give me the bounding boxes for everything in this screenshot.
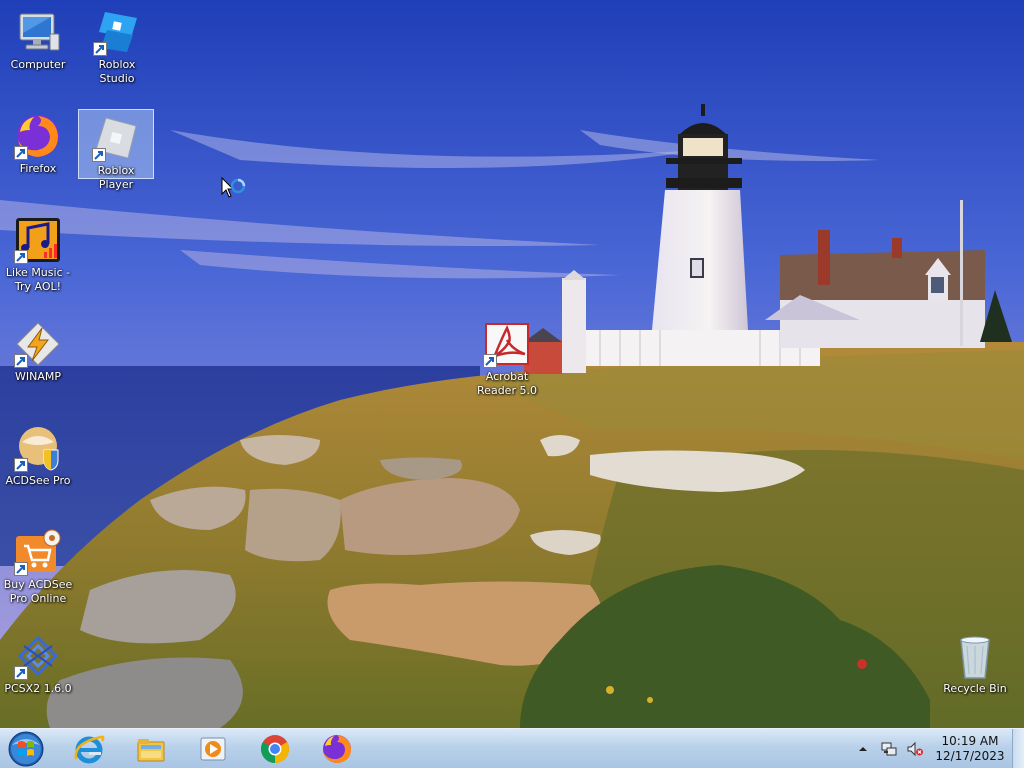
desktop-icon-label: PCSX2 1.6.0 — [4, 682, 72, 695]
shortcut-arrow-icon — [14, 666, 28, 680]
taskbar-media-player[interactable] — [186, 731, 240, 767]
desktop-icon-acrobat-reader[interactable]: Acrobat Reader 5.0 — [469, 316, 545, 398]
desktop-icon-label: Buy ACDSee Pro Online — [3, 578, 73, 605]
taskbar-chrome[interactable] — [248, 731, 302, 767]
busy-cursor-icon — [221, 177, 246, 198]
recycle-bin-icon — [960, 636, 990, 679]
taskbar-internet-explorer[interactable] — [62, 731, 116, 767]
desktop-icon-roblox-player[interactable]: Roblox Player — [78, 109, 154, 191]
system-tray: 10:19 AM 12/17/2023 — [850, 729, 1006, 768]
file-explorer-icon — [137, 739, 165, 762]
clock-date: 12/17/2023 — [935, 749, 1005, 763]
tray-show-hidden[interactable] — [854, 740, 872, 758]
desktop-icon-label: Roblox Player — [97, 164, 135, 191]
shortcut-arrow-icon — [14, 146, 28, 160]
desktop[interactable]: Computer Roblox Studio Firefox Roblox Pl… — [0, 0, 1024, 768]
desktop-icon-label: Like Music - Try AOL! — [5, 266, 71, 293]
desktop-icon-firefox[interactable]: Firefox — [0, 108, 76, 176]
tray-volume[interactable] — [906, 740, 924, 758]
desktop-icon-label: Firefox — [19, 162, 57, 175]
chrome-icon — [261, 735, 289, 763]
desktop-icon-computer[interactable]: Computer — [0, 4, 76, 72]
start-orb-icon — [8, 731, 44, 767]
taskbar-clock[interactable]: 10:19 AM 12/17/2023 — [934, 734, 1006, 764]
shortcut-arrow-icon — [14, 562, 28, 576]
desktop-icon-label: Recycle Bin — [943, 682, 1007, 695]
show-desktop-button[interactable] — [1012, 729, 1024, 768]
chevron-up-icon — [859, 747, 867, 751]
taskbar-firefox[interactable] — [310, 731, 364, 767]
desktop-icon-label: Acrobat Reader 5.0 — [477, 370, 537, 397]
desktop-icon-like-music[interactable]: Like Music - Try AOL! — [0, 212, 76, 294]
start-button[interactable] — [6, 731, 46, 767]
shortcut-arrow-icon — [14, 458, 28, 472]
desktop-icon-buy-acdsee[interactable]: Buy ACDSee Pro Online — [0, 524, 76, 606]
tray-network[interactable] — [880, 740, 898, 758]
volume-muted-icon — [907, 741, 923, 757]
computer-icon — [19, 13, 60, 51]
media-player-icon — [200, 737, 226, 761]
clock-time: 10:19 AM — [941, 734, 999, 748]
desktop-icon-recycle-bin[interactable]: Recycle Bin — [937, 628, 1013, 696]
taskbar: 10:19 AM 12/17/2023 — [0, 728, 1024, 768]
desktop-icon-acdsee-pro[interactable]: ACDSee Pro — [0, 420, 76, 488]
desktop-icon-label: WINAMP — [15, 370, 61, 383]
shortcut-arrow-icon — [14, 250, 28, 264]
desktop-icon-label: Roblox Studio — [98, 58, 136, 85]
desktop-icon-pcsx2[interactable]: PCSX2 1.6.0 — [0, 628, 76, 696]
internet-explorer-icon — [74, 735, 105, 764]
shortcut-arrow-icon — [93, 42, 107, 56]
taskbar-file-explorer[interactable] — [124, 731, 178, 767]
network-icon — [881, 742, 897, 756]
desktop-icon-roblox-studio[interactable]: Roblox Studio — [79, 4, 155, 86]
desktop-icon-label: Computer — [10, 58, 66, 71]
desktop-icon-label: ACDSee Pro — [5, 474, 71, 487]
shortcut-arrow-icon — [92, 148, 106, 162]
shortcut-arrow-icon — [14, 354, 28, 368]
desktop-icon-winamp[interactable]: WINAMP — [0, 316, 76, 384]
firefox-icon — [323, 735, 351, 763]
shortcut-arrow-icon — [483, 354, 497, 368]
